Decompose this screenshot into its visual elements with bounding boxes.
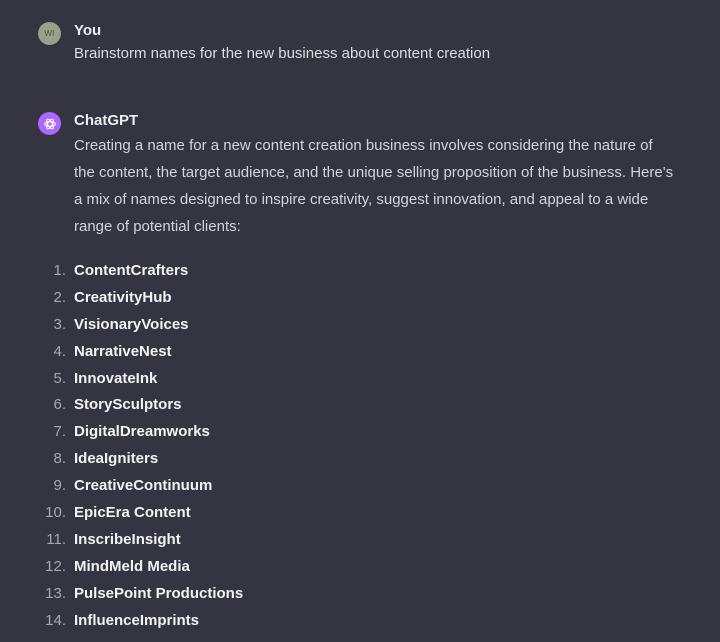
user-avatar: WI (38, 22, 61, 45)
business-name: CreativeContinuum (74, 477, 213, 495)
list-item: 5. InnovateInk (53, 366, 700, 393)
list-item-number: 10. (45, 504, 66, 522)
business-name: InfluenceImprints (74, 611, 200, 629)
user-message-text: Brainstorm names for the new business ab… (74, 45, 491, 62)
list-item: 4. NarrativeNest (53, 339, 700, 366)
business-name: MindMeld Media (74, 557, 190, 575)
list-item: 1. ContentCrafters (53, 258, 700, 285)
business-name: NarrativeNest (74, 342, 172, 360)
list-item: 2. CreativityHub (53, 285, 700, 312)
business-name: ContentCrafters (74, 262, 189, 279)
list-item-number: 8. (53, 450, 66, 468)
list-item-number: 12. (45, 557, 66, 575)
business-name: EpicEra Content (74, 504, 191, 522)
chatgpt-avatar (38, 112, 61, 135)
list-item: 9. CreativeContinuum (53, 473, 700, 500)
list-item: 6. StorySculptors (53, 392, 700, 419)
business-name: InscribeInsight (74, 530, 181, 548)
business-name: StorySculptors (74, 396, 182, 414)
business-name: DigitalDreamworks (74, 423, 210, 441)
assistant-message-content: ChatGPT Creating a name for a new conten… (45, 110, 700, 635)
list-item-number: 4. (53, 342, 66, 360)
list-item: 3. VisionaryVoices (53, 312, 700, 339)
list-item: 12. MindMeld Media (45, 554, 700, 581)
list-item-number: 3. (53, 315, 66, 333)
business-name-list: 1. ContentCrafters 2. CreativityHub 3. Vision… (45, 258, 700, 635)
list-item-number: 1. (53, 262, 66, 279)
list-item-number: 7. (53, 423, 66, 441)
business-name: VisionaryVoices (74, 315, 189, 333)
assistant-author-label: ChatGPT (74, 112, 139, 129)
list-item-number: 11. (46, 530, 66, 548)
assistant-intro-paragraph: Creating a name for a new content creati… (74, 137, 674, 235)
openai-logo-icon (43, 118, 56, 129)
list-item-number: 13. (45, 584, 66, 602)
list-item: 13. PulsePoint Productions (45, 581, 700, 608)
list-item: 7. DigitalDreamworks (53, 419, 700, 446)
list-item: 10. EpicEra Content (45, 500, 700, 527)
business-name: IdeaIgniters (74, 450, 159, 468)
list-item-number: 2. (53, 288, 66, 306)
list-item: 14. InfluenceImprints (45, 608, 700, 635)
business-name: CreativityHub (74, 288, 172, 306)
list-item: 8. IdeaIgniters (53, 446, 700, 473)
list-item: 11. InscribeInsight (46, 527, 700, 554)
list-item-number: 6. (53, 396, 66, 414)
list-item-number: 5. (53, 369, 66, 387)
business-name: PulsePoint Productions (74, 584, 244, 602)
list-item-number: 9. (53, 477, 66, 495)
business-name: InnovateInk (74, 369, 158, 387)
list-item-number: 14. (45, 611, 66, 629)
user-author-label: You (74, 22, 102, 39)
user-message-content: You Brainstorm names for the new busines… (74, 20, 700, 66)
